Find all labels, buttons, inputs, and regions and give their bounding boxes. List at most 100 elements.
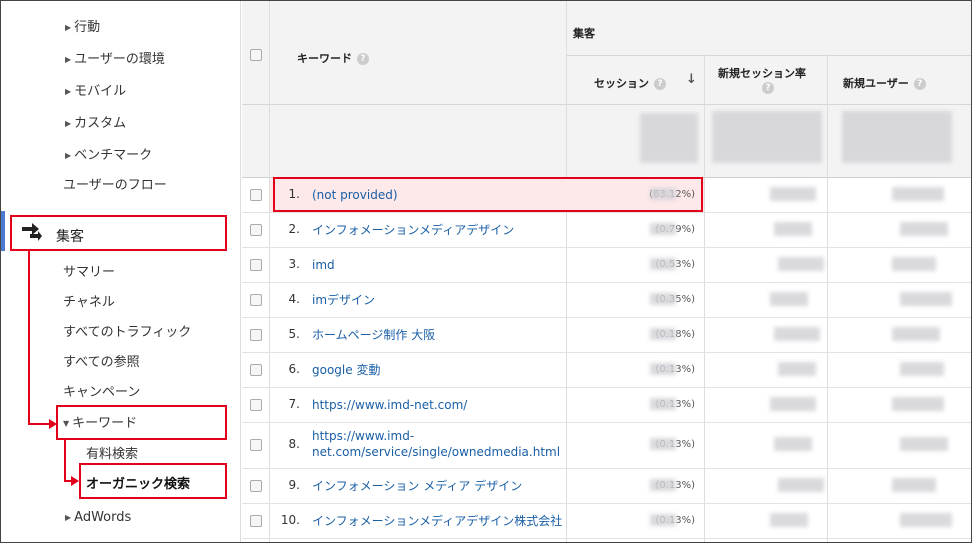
row-checkbox[interactable]	[250, 223, 262, 236]
sidebar-item-channels[interactable]: チャネル	[63, 291, 115, 310]
column-divider	[566, 1, 567, 542]
row-number: 2.	[288, 221, 300, 236]
row-number: 10.	[280, 512, 300, 527]
row-checkbox[interactable]	[250, 479, 262, 492]
help-icon[interactable]: ?	[913, 78, 926, 90]
sidebar-item-campaigns[interactable]: キャンペーン	[63, 381, 140, 400]
row-number: 9.	[288, 477, 300, 492]
row-checkbox[interactable]	[250, 188, 262, 201]
sort-desc-icon[interactable]: ↓	[686, 72, 697, 87]
keyword-link[interactable]: google 変動	[312, 362, 380, 378]
chevron-right-icon: ▶	[65, 55, 72, 64]
row-checkbox[interactable]	[250, 363, 262, 376]
row-checkbox[interactable]	[250, 398, 262, 411]
new-session-rate-redacted	[770, 512, 808, 527]
row-number: 5.	[288, 326, 300, 341]
annotation-box-acquisition	[10, 215, 227, 251]
row-number: 3.	[288, 256, 300, 271]
column-header-new-users[interactable]: 新規ユーザー?	[843, 75, 926, 91]
sessions-value-redacted	[650, 327, 676, 340]
annotation-connector	[64, 440, 66, 482]
keyword-link[interactable]: インフォメーション メディア デザイン	[312, 478, 522, 494]
new-users-redacted	[900, 291, 952, 306]
divider	[566, 55, 971, 56]
keyword-report-table: キーワード? 集客 セッション? ↓ 新規セッション率 ? 新規ユーザー? 1.…	[242, 1, 971, 542]
keyword-link[interactable]: https://www.imd-net.com/	[312, 397, 467, 413]
sidebar-item-user-environment[interactable]: ▶ ユーザーの環境	[65, 48, 165, 67]
row-divider	[242, 212, 971, 213]
row-divider	[242, 538, 971, 539]
chevron-right-icon: ▶	[65, 151, 72, 160]
annotation-box-organic-search	[79, 463, 227, 499]
sidebar-item-custom[interactable]: ▶ カスタム	[65, 112, 126, 131]
new-session-rate-redacted	[778, 361, 816, 376]
totals-new-session-rate-redacted	[712, 111, 822, 163]
row-divider	[242, 422, 971, 423]
new-session-rate-redacted	[778, 477, 824, 492]
row-divider	[242, 247, 971, 248]
row-number: 6.	[288, 361, 300, 376]
select-all-checkbox[interactable]	[250, 49, 262, 61]
sidebar-item-summary[interactable]: サマリー	[63, 261, 115, 280]
new-users-redacted	[892, 477, 936, 492]
sidebar-item-behavior[interactable]: ▶ 行動	[65, 16, 100, 35]
row-divider	[242, 317, 971, 318]
sessions-value-redacted	[650, 478, 676, 491]
sessions-value-redacted	[650, 257, 676, 270]
row-checkbox[interactable]	[250, 293, 262, 306]
sidebar-item-paid-search[interactable]: 有料検索	[86, 443, 138, 462]
annotation-box-not-provided	[273, 177, 703, 212]
sessions-value-redacted	[650, 397, 676, 410]
help-icon[interactable]: ?	[762, 82, 774, 94]
sidebar-item-all-referrals[interactable]: すべての参照	[63, 351, 140, 370]
new-users-redacted	[892, 396, 944, 411]
sidebar-item-mobile[interactable]: ▶ モバイル	[65, 80, 126, 99]
annotation-connector	[28, 423, 50, 425]
new-users-redacted	[900, 512, 952, 527]
keyword-link[interactable]: インフォメーションメディアデザイン	[312, 222, 514, 238]
chevron-right-icon: ▶	[65, 23, 72, 32]
chevron-right-icon: ▶	[65, 119, 72, 128]
new-session-rate-redacted	[774, 437, 812, 451]
column-header-keyword[interactable]: キーワード?	[297, 50, 369, 66]
row-checkbox[interactable]	[250, 514, 262, 527]
sessions-value-redacted	[650, 292, 676, 305]
keyword-link[interactable]: imデザイン	[312, 292, 375, 308]
row-divider	[242, 468, 971, 469]
sidebar-item-adwords[interactable]: ▶ AdWords	[65, 510, 131, 525]
new-session-rate-redacted	[774, 326, 820, 341]
help-icon[interactable]: ?	[357, 53, 369, 65]
sidebar-item-benchmark[interactable]: ▶ ベンチマーク	[65, 144, 152, 163]
new-session-rate-redacted	[774, 221, 812, 236]
divider	[242, 104, 971, 105]
keyword-link-line: net.com/service/single/ownedmedia.html	[312, 445, 561, 459]
new-users-redacted	[892, 256, 936, 271]
column-header-new-session-rate[interactable]: 新規セッション率	[718, 65, 806, 81]
row-number: 7.	[288, 396, 300, 411]
row-checkbox[interactable]	[250, 328, 262, 341]
column-header-sessions[interactable]: セッション?	[594, 75, 666, 91]
new-session-rate-redacted	[770, 186, 816, 201]
row-checkbox[interactable]	[250, 439, 262, 451]
annotation-connector	[28, 251, 30, 425]
column-divider	[269, 1, 270, 542]
annotation-box-keywords	[56, 405, 227, 440]
new-session-rate-redacted	[770, 396, 816, 411]
row-number: 8.	[288, 437, 300, 451]
keyword-link-line: https://www.imd-	[312, 429, 415, 443]
sidebar-item-user-flow[interactable]: ユーザーのフロー	[63, 174, 167, 193]
row-checkbox[interactable]	[250, 258, 262, 271]
row-divider	[242, 352, 971, 353]
totals-new-users-redacted	[842, 111, 952, 163]
keyword-link[interactable]: ホームページ制作 大阪	[312, 327, 435, 343]
new-users-redacted	[900, 361, 944, 376]
sidebar-item-all-traffic[interactable]: すべてのトラフィック	[63, 321, 191, 340]
keyword-link[interactable]: imd	[312, 257, 335, 273]
keyword-link[interactable]: インフォメーションメディアデザイン株式会社	[312, 513, 562, 529]
help-icon[interactable]: ?	[654, 78, 666, 90]
keyword-link[interactable]: https://www.imd-net.com/service/single/o…	[312, 428, 560, 460]
row-divider	[242, 503, 971, 504]
column-group-acquisition: 集客	[573, 27, 595, 40]
row-number: 4.	[288, 291, 300, 306]
annotation-arrow-icon	[71, 476, 79, 486]
